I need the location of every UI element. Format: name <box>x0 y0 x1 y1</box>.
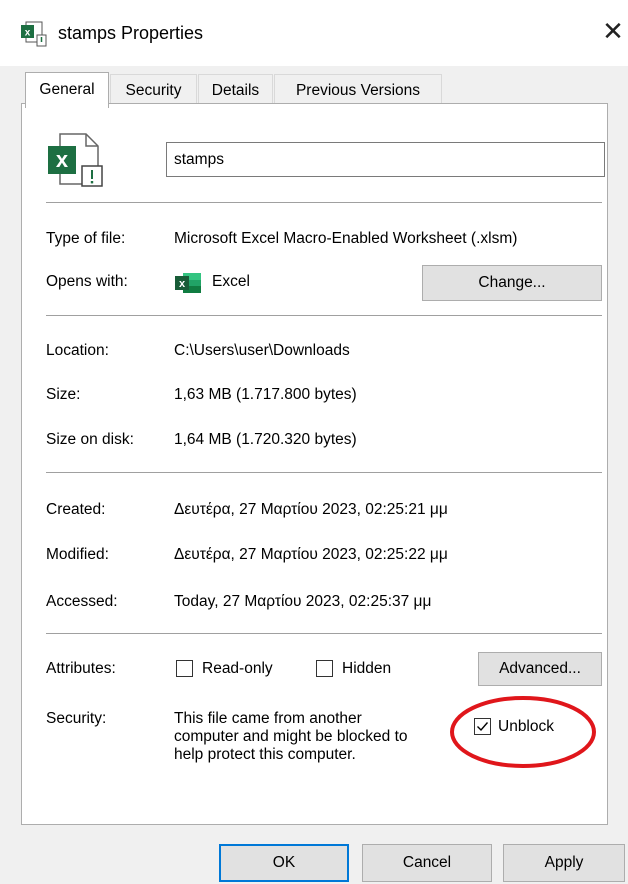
tab-security[interactable]: Security <box>110 74 197 105</box>
size-label: Size: <box>46 386 81 403</box>
hidden-label[interactable]: Hidden <box>342 659 391 679</box>
type-of-file-label: Type of file: <box>46 230 126 247</box>
read-only-label[interactable]: Read-only <box>202 659 273 679</box>
file-name-input[interactable] <box>166 142 605 177</box>
annotation-circle <box>450 696 596 768</box>
tab-previous-versions[interactable]: Previous Versions <box>274 74 442 105</box>
accessed-label: Accessed: <box>46 593 118 610</box>
excel-file-icon: x <box>21 21 47 47</box>
advanced-button[interactable]: Advanced... <box>478 652 602 686</box>
separator <box>46 202 602 203</box>
modified-value: Δευτέρα, 27 Μαρτίου 2023, 02:25:22 μμ <box>174 546 448 563</box>
window-title: stamps Properties <box>58 23 204 43</box>
security-label: Security: <box>46 710 107 727</box>
location-label: Location: <box>46 342 109 359</box>
svg-text:x: x <box>56 147 69 172</box>
created-value: Δευτέρα, 27 Μαρτίου 2023, 02:25:21 μμ <box>174 501 448 518</box>
tab-general[interactable]: General <box>25 72 109 108</box>
ok-button[interactable]: OK <box>219 844 349 882</box>
svg-text:x: x <box>179 278 186 290</box>
svg-text:x: x <box>25 28 31 39</box>
security-message: This file came from another computer and… <box>174 710 408 764</box>
apply-button[interactable]: Apply <box>503 844 625 882</box>
excel-app-icon: x <box>175 273 201 293</box>
size-value: 1,63 MB (1.717.800 bytes) <box>174 386 357 403</box>
size-on-disk-label: Size on disk: <box>46 431 134 448</box>
location-value: C:\Users\user\Downloads <box>174 342 350 359</box>
opens-with-label: Opens with: <box>46 273 128 290</box>
separator <box>46 315 602 316</box>
created-label: Created: <box>46 501 106 518</box>
security-message-line: computer and might be blocked to <box>174 728 408 745</box>
security-message-line: This file came from another <box>174 710 362 727</box>
size-on-disk-value: 1,64 MB (1.720.320 bytes) <box>174 431 357 448</box>
security-message-line: help protect this computer. <box>174 746 356 763</box>
cancel-button[interactable]: Cancel <box>362 844 492 882</box>
accessed-value: Today, 27 Μαρτίου 2023, 02:25:37 μμ <box>174 593 432 610</box>
separator <box>46 472 602 473</box>
type-of-file-value: Microsoft Excel Macro-Enabled Worksheet … <box>174 230 518 247</box>
change-button[interactable]: Change... <box>422 265 602 301</box>
hidden-checkbox[interactable] <box>316 660 333 677</box>
tab-details[interactable]: Details <box>198 74 273 105</box>
close-icon[interactable]: ✕ <box>600 16 626 46</box>
attributes-label: Attributes: <box>46 660 116 677</box>
separator <box>46 633 602 634</box>
modified-label: Modified: <box>46 546 109 563</box>
excel-macro-file-icon: x <box>48 133 103 187</box>
read-only-checkbox[interactable] <box>176 660 193 677</box>
opens-with-value: Excel <box>212 273 250 290</box>
